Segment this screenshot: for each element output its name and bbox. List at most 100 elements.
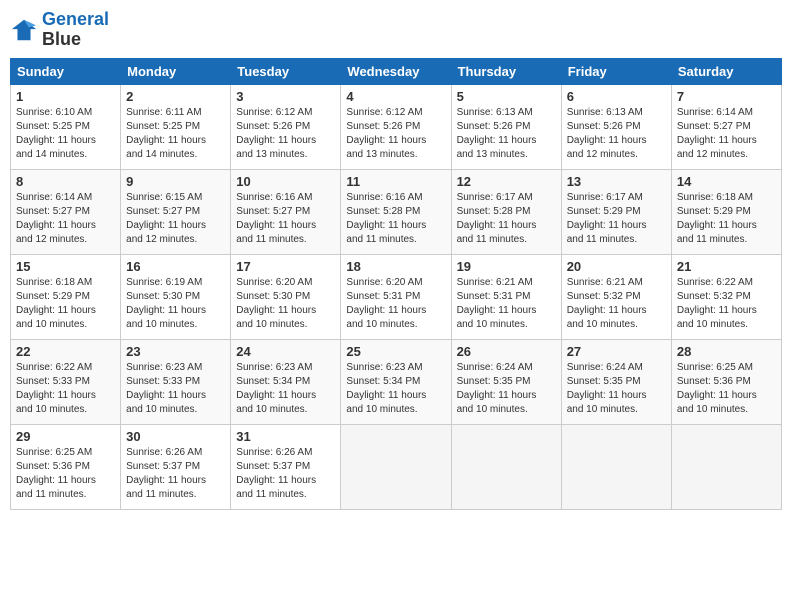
empty-day <box>341 424 451 509</box>
day-number: 30 <box>126 429 225 444</box>
day-header-friday: Friday <box>561 58 671 84</box>
calendar-day-2: 2 Sunrise: 6:11 AMSunset: 5:25 PMDayligh… <box>121 84 231 169</box>
day-number: 11 <box>346 174 445 189</box>
logo: GeneralBlue <box>10 10 109 50</box>
day-info: Sunrise: 6:20 AMSunset: 5:31 PMDaylight:… <box>346 276 445 332</box>
empty-day <box>561 424 671 509</box>
page-header: GeneralBlue <box>10 10 782 50</box>
logo-icon <box>10 16 38 44</box>
day-info: Sunrise: 6:23 AMSunset: 5:34 PMDaylight:… <box>346 361 445 417</box>
day-number: 26 <box>457 344 556 359</box>
calendar-day-14: 14 Sunrise: 6:18 AMSunset: 5:29 PMDaylig… <box>671 169 781 254</box>
day-header-wednesday: Wednesday <box>341 58 451 84</box>
day-info: Sunrise: 6:26 AMSunset: 5:37 PMDaylight:… <box>236 446 335 502</box>
calendar-day-31: 31 Sunrise: 6:26 AMSunset: 5:37 PMDaylig… <box>231 424 341 509</box>
calendar-day-29: 29 Sunrise: 6:25 AMSunset: 5:36 PMDaylig… <box>11 424 121 509</box>
day-info: Sunrise: 6:16 AMSunset: 5:27 PMDaylight:… <box>236 191 335 247</box>
calendar-week-5: 29 Sunrise: 6:25 AMSunset: 5:36 PMDaylig… <box>11 424 782 509</box>
day-number: 6 <box>567 89 666 104</box>
day-number: 16 <box>126 259 225 274</box>
day-number: 27 <box>567 344 666 359</box>
calendar-day-1: 1 Sunrise: 6:10 AMSunset: 5:25 PMDayligh… <box>11 84 121 169</box>
calendar-day-16: 16 Sunrise: 6:19 AMSunset: 5:30 PMDaylig… <box>121 254 231 339</box>
calendar-day-17: 17 Sunrise: 6:20 AMSunset: 5:30 PMDaylig… <box>231 254 341 339</box>
day-number: 22 <box>16 344 115 359</box>
day-number: 14 <box>677 174 776 189</box>
calendar-table: SundayMondayTuesdayWednesdayThursdayFrid… <box>10 58 782 510</box>
day-number: 12 <box>457 174 556 189</box>
calendar-week-4: 22 Sunrise: 6:22 AMSunset: 5:33 PMDaylig… <box>11 339 782 424</box>
day-info: Sunrise: 6:16 AMSunset: 5:28 PMDaylight:… <box>346 191 445 247</box>
calendar-day-10: 10 Sunrise: 6:16 AMSunset: 5:27 PMDaylig… <box>231 169 341 254</box>
calendar-week-2: 8 Sunrise: 6:14 AMSunset: 5:27 PMDayligh… <box>11 169 782 254</box>
day-info: Sunrise: 6:24 AMSunset: 5:35 PMDaylight:… <box>567 361 666 417</box>
calendar-day-15: 15 Sunrise: 6:18 AMSunset: 5:29 PMDaylig… <box>11 254 121 339</box>
day-info: Sunrise: 6:19 AMSunset: 5:30 PMDaylight:… <box>126 276 225 332</box>
day-number: 15 <box>16 259 115 274</box>
calendar-week-1: 1 Sunrise: 6:10 AMSunset: 5:25 PMDayligh… <box>11 84 782 169</box>
day-number: 9 <box>126 174 225 189</box>
day-number: 23 <box>126 344 225 359</box>
day-number: 3 <box>236 89 335 104</box>
calendar-day-28: 28 Sunrise: 6:25 AMSunset: 5:36 PMDaylig… <box>671 339 781 424</box>
day-number: 4 <box>346 89 445 104</box>
logo-text: GeneralBlue <box>42 10 109 50</box>
calendar-day-8: 8 Sunrise: 6:14 AMSunset: 5:27 PMDayligh… <box>11 169 121 254</box>
calendar-day-12: 12 Sunrise: 6:17 AMSunset: 5:28 PMDaylig… <box>451 169 561 254</box>
day-info: Sunrise: 6:14 AMSunset: 5:27 PMDaylight:… <box>677 106 776 162</box>
day-number: 1 <box>16 89 115 104</box>
day-info: Sunrise: 6:22 AMSunset: 5:32 PMDaylight:… <box>677 276 776 332</box>
calendar-day-18: 18 Sunrise: 6:20 AMSunset: 5:31 PMDaylig… <box>341 254 451 339</box>
day-header-sunday: Sunday <box>11 58 121 84</box>
calendar-day-23: 23 Sunrise: 6:23 AMSunset: 5:33 PMDaylig… <box>121 339 231 424</box>
day-info: Sunrise: 6:26 AMSunset: 5:37 PMDaylight:… <box>126 446 225 502</box>
day-header-monday: Monday <box>121 58 231 84</box>
day-info: Sunrise: 6:13 AMSunset: 5:26 PMDaylight:… <box>457 106 556 162</box>
day-info: Sunrise: 6:11 AMSunset: 5:25 PMDaylight:… <box>126 106 225 162</box>
calendar-day-5: 5 Sunrise: 6:13 AMSunset: 5:26 PMDayligh… <box>451 84 561 169</box>
day-info: Sunrise: 6:21 AMSunset: 5:32 PMDaylight:… <box>567 276 666 332</box>
day-info: Sunrise: 6:17 AMSunset: 5:28 PMDaylight:… <box>457 191 556 247</box>
day-info: Sunrise: 6:23 AMSunset: 5:34 PMDaylight:… <box>236 361 335 417</box>
day-number: 24 <box>236 344 335 359</box>
calendar-week-3: 15 Sunrise: 6:18 AMSunset: 5:29 PMDaylig… <box>11 254 782 339</box>
day-number: 18 <box>346 259 445 274</box>
day-info: Sunrise: 6:22 AMSunset: 5:33 PMDaylight:… <box>16 361 115 417</box>
day-info: Sunrise: 6:23 AMSunset: 5:33 PMDaylight:… <box>126 361 225 417</box>
day-header-thursday: Thursday <box>451 58 561 84</box>
day-info: Sunrise: 6:18 AMSunset: 5:29 PMDaylight:… <box>677 191 776 247</box>
calendar-day-6: 6 Sunrise: 6:13 AMSunset: 5:26 PMDayligh… <box>561 84 671 169</box>
empty-day <box>451 424 561 509</box>
day-info: Sunrise: 6:13 AMSunset: 5:26 PMDaylight:… <box>567 106 666 162</box>
day-info: Sunrise: 6:14 AMSunset: 5:27 PMDaylight:… <box>16 191 115 247</box>
calendar-day-24: 24 Sunrise: 6:23 AMSunset: 5:34 PMDaylig… <box>231 339 341 424</box>
day-number: 19 <box>457 259 556 274</box>
day-number: 7 <box>677 89 776 104</box>
day-header-tuesday: Tuesday <box>231 58 341 84</box>
empty-day <box>671 424 781 509</box>
day-info: Sunrise: 6:12 AMSunset: 5:26 PMDaylight:… <box>346 106 445 162</box>
calendar-day-20: 20 Sunrise: 6:21 AMSunset: 5:32 PMDaylig… <box>561 254 671 339</box>
day-number: 2 <box>126 89 225 104</box>
calendar-day-27: 27 Sunrise: 6:24 AMSunset: 5:35 PMDaylig… <box>561 339 671 424</box>
day-info: Sunrise: 6:25 AMSunset: 5:36 PMDaylight:… <box>16 446 115 502</box>
day-info: Sunrise: 6:15 AMSunset: 5:27 PMDaylight:… <box>126 191 225 247</box>
day-number: 28 <box>677 344 776 359</box>
calendar-day-11: 11 Sunrise: 6:16 AMSunset: 5:28 PMDaylig… <box>341 169 451 254</box>
calendar-day-21: 21 Sunrise: 6:22 AMSunset: 5:32 PMDaylig… <box>671 254 781 339</box>
calendar-day-19: 19 Sunrise: 6:21 AMSunset: 5:31 PMDaylig… <box>451 254 561 339</box>
day-number: 5 <box>457 89 556 104</box>
day-info: Sunrise: 6:10 AMSunset: 5:25 PMDaylight:… <box>16 106 115 162</box>
calendar-day-9: 9 Sunrise: 6:15 AMSunset: 5:27 PMDayligh… <box>121 169 231 254</box>
day-number: 17 <box>236 259 335 274</box>
day-number: 20 <box>567 259 666 274</box>
calendar-day-13: 13 Sunrise: 6:17 AMSunset: 5:29 PMDaylig… <box>561 169 671 254</box>
calendar-day-26: 26 Sunrise: 6:24 AMSunset: 5:35 PMDaylig… <box>451 339 561 424</box>
calendar-day-7: 7 Sunrise: 6:14 AMSunset: 5:27 PMDayligh… <box>671 84 781 169</box>
day-number: 31 <box>236 429 335 444</box>
day-number: 29 <box>16 429 115 444</box>
day-info: Sunrise: 6:17 AMSunset: 5:29 PMDaylight:… <box>567 191 666 247</box>
calendar-day-3: 3 Sunrise: 6:12 AMSunset: 5:26 PMDayligh… <box>231 84 341 169</box>
calendar-day-4: 4 Sunrise: 6:12 AMSunset: 5:26 PMDayligh… <box>341 84 451 169</box>
calendar-day-22: 22 Sunrise: 6:22 AMSunset: 5:33 PMDaylig… <box>11 339 121 424</box>
